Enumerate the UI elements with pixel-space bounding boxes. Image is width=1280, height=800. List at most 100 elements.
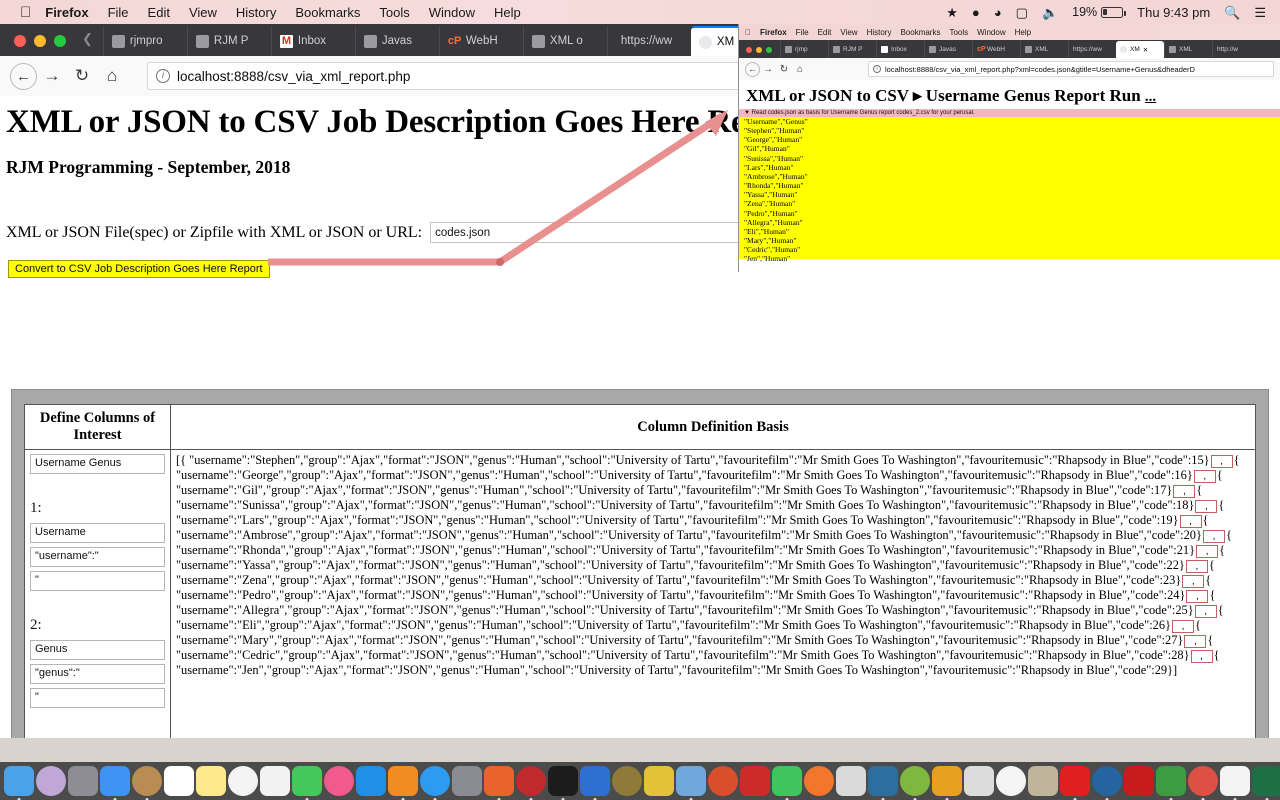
- inner-menubar-item-file[interactable]: File: [796, 28, 809, 37]
- filezilla-icon[interactable]: [516, 766, 546, 796]
- messages-icon[interactable]: [292, 766, 322, 796]
- chrome-dev-icon[interactable]: [1156, 766, 1186, 796]
- volume-icon[interactable]: 🔈: [1042, 6, 1058, 19]
- group-2-name-input[interactable]: Genus: [30, 640, 165, 660]
- tab-xml[interactable]: XML o: [522, 26, 607, 56]
- search-icon[interactable]: 🔍: [1224, 6, 1240, 19]
- excel-icon[interactable]: [1252, 766, 1280, 796]
- dropbox-icon[interactable]: ★: [946, 6, 958, 19]
- inner-forward-button[interactable]: →: [760, 64, 776, 75]
- menubar-clock[interactable]: Thu 9:43 pm: [1137, 5, 1210, 20]
- app-store-icon[interactable]: [356, 766, 386, 796]
- inner-menubar-item-history[interactable]: History: [867, 28, 892, 37]
- inner-apple-logo-icon[interactable]: : [745, 28, 751, 37]
- inner-tab-https[interactable]: https://ww: [1068, 41, 1116, 58]
- notification-center-icon[interactable]: ☰: [1254, 6, 1266, 19]
- ibooks-icon[interactable]: [388, 766, 418, 796]
- finder-icon[interactable]: [4, 766, 34, 796]
- tab-rjm-p[interactable]: RJM P: [186, 26, 271, 56]
- inner-home-button[interactable]: ⌂: [792, 64, 808, 75]
- document-icon[interactable]: [996, 766, 1026, 796]
- inner-menubar-item-tools[interactable]: Tools: [949, 28, 968, 37]
- inner-menubar-item-edit[interactable]: Edit: [818, 28, 832, 37]
- inner-menubar-item-bookmarks[interactable]: Bookmarks: [900, 28, 940, 37]
- convert-to-csv-button[interactable]: Convert to CSV Job Description Goes Here…: [8, 260, 270, 278]
- inner-menubar-item-firefox[interactable]: Firefox: [760, 28, 787, 37]
- inner-close-tab-icon[interactable]: ✕: [1143, 46, 1148, 54]
- group-1-suffix-input[interactable]: ": [30, 571, 165, 591]
- menubar-item-history[interactable]: History: [236, 5, 276, 20]
- menubar-item-edit[interactable]: Edit: [148, 5, 170, 20]
- preview-icon[interactable]: [676, 766, 706, 796]
- itunes-icon[interactable]: [324, 766, 354, 796]
- terminal-icon[interactable]: [548, 766, 578, 796]
- reminders-icon[interactable]: [228, 766, 258, 796]
- system-preferences-icon[interactable]: [452, 766, 482, 796]
- menubar-item-help[interactable]: Help: [494, 5, 521, 20]
- android-studio-2-icon[interactable]: [932, 766, 962, 796]
- menubar-item-file[interactable]: File: [108, 5, 129, 20]
- battery-status[interactable]: 19%: [1072, 5, 1126, 19]
- feather-icon[interactable]: [644, 766, 674, 796]
- android-studio-icon[interactable]: [900, 766, 930, 796]
- chrome-icon[interactable]: [1188, 766, 1218, 796]
- menubar-item-view[interactable]: View: [189, 5, 217, 20]
- pages-icon[interactable]: [1220, 766, 1250, 796]
- launchpad-icon[interactable]: [68, 766, 98, 796]
- siri-icon[interactable]: [36, 766, 66, 796]
- window-traffic-lights[interactable]: [6, 35, 80, 56]
- minimize-window-button[interactable]: [34, 35, 46, 47]
- report-title-input[interactable]: Username Genus: [30, 454, 165, 474]
- acrobat-icon[interactable]: [1124, 766, 1154, 796]
- wifi-icon[interactable]: ◕: [994, 6, 1002, 19]
- tab-https[interactable]: https://ww: [606, 26, 691, 56]
- tab-webhost[interactable]: cP WebH: [438, 26, 523, 56]
- inner-report-note[interactable]: ▼ Read codes.json as basis for Username …: [739, 109, 1280, 117]
- calendar-icon[interactable]: [164, 766, 194, 796]
- back-button[interactable]: ←: [10, 62, 37, 90]
- site-info-icon[interactable]: i: [156, 69, 170, 83]
- inner-tab-active[interactable]: XM ✕: [1116, 41, 1164, 58]
- inner-tab-http[interactable]: http://w: [1212, 41, 1260, 58]
- inner-tab-rjmp[interactable]: rjmp: [780, 41, 828, 58]
- inner-menubar-item-window[interactable]: Window: [977, 28, 1005, 37]
- avast-icon[interactable]: [804, 766, 834, 796]
- inner-tab-webhost[interactable]: cP WebH: [972, 41, 1020, 58]
- airplay-icon[interactable]: ▢: [1016, 6, 1028, 19]
- inner-address-bar[interactable]: i localhost:8888/csv_via_xml_report.php?…: [868, 61, 1274, 77]
- vscode-icon[interactable]: [1092, 766, 1122, 796]
- vlc-icon[interactable]: [708, 766, 738, 796]
- inner-heading-more-link[interactable]: ...: [1145, 89, 1156, 105]
- contacts-icon[interactable]: [132, 766, 162, 796]
- inner-menubar-item-view[interactable]: View: [840, 28, 857, 37]
- tab-scroll-left-icon[interactable]: ❮: [80, 31, 103, 56]
- inner-tab-xml-2[interactable]: XML: [1164, 41, 1212, 58]
- opera-icon[interactable]: [1060, 766, 1090, 796]
- inner-back-button[interactable]: ←: [745, 61, 760, 77]
- globe-icon[interactable]: [964, 766, 994, 796]
- reload-button[interactable]: ↻: [67, 61, 97, 91]
- inner-tab-xml[interactable]: XML: [1020, 41, 1068, 58]
- forward-button[interactable]: →: [37, 61, 67, 91]
- group-2-suffix-input[interactable]: ": [30, 688, 165, 708]
- inner-tab-inbox[interactable]: Inbox: [876, 41, 924, 58]
- firefox-icon[interactable]: [484, 766, 514, 796]
- close-window-button[interactable]: [14, 35, 26, 47]
- firefox-report-window[interactable]:  Firefox File Edit View History Bookmar…: [738, 24, 1280, 272]
- opera-q-icon[interactable]: [868, 766, 898, 796]
- photos-icon[interactable]: [260, 766, 290, 796]
- inkscape-icon[interactable]: [836, 766, 866, 796]
- home-button[interactable]: ⌂: [97, 61, 127, 91]
- tab-rjmpro[interactable]: rjmpro: [102, 26, 187, 56]
- quicktime-icon[interactable]: [740, 766, 770, 796]
- inner-tab-rjm-p[interactable]: RJM P: [828, 41, 876, 58]
- inner-menubar-item-help[interactable]: Help: [1015, 28, 1031, 37]
- inner-tab-javascript[interactable]: Javas: [924, 41, 972, 58]
- menubar-item-tools[interactable]: Tools: [379, 5, 409, 20]
- notes-icon[interactable]: [196, 766, 226, 796]
- menubar-item-window[interactable]: Window: [429, 5, 475, 20]
- inner-window-traffic-lights[interactable]: [743, 47, 780, 58]
- wireshark-icon[interactable]: [612, 766, 642, 796]
- menubar-item-firefox[interactable]: Firefox: [45, 5, 88, 20]
- gimp-icon[interactable]: [1028, 766, 1058, 796]
